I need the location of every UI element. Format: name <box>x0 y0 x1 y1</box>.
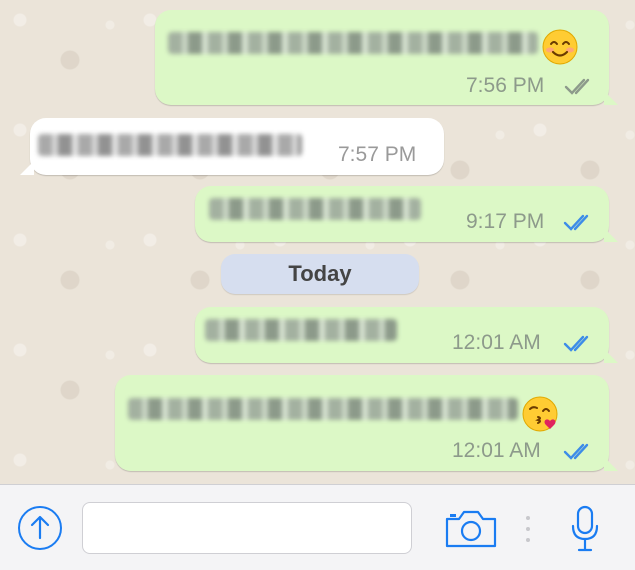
kissing-face-icon <box>522 396 558 432</box>
read-receipt-icon <box>564 78 590 95</box>
message-bubble-outgoing[interactable]: 12:01 AM <box>195 307 618 363</box>
more-options-icon <box>526 516 530 542</box>
redacted-message-text <box>205 319 397 341</box>
message-bubble-outgoing[interactable]: 7:56 PM <box>155 10 618 105</box>
composer-bar <box>0 484 635 570</box>
message-bubble-incoming[interactable]: 7:57 PM <box>20 118 444 175</box>
message-bubble-outgoing[interactable]: 9:17 PM <box>195 186 618 242</box>
read-receipt-icon <box>563 335 589 352</box>
redacted-message-text <box>38 134 302 156</box>
message-input[interactable] <box>82 502 412 554</box>
chat-area[interactable]: 7:56 PM 7:57 PM 9:17 PM Today 12:01 AM 1… <box>0 0 635 484</box>
message-bubble-outgoing[interactable]: 12:01 AM <box>115 375 618 471</box>
read-receipt-icon <box>563 214 589 231</box>
redacted-message-text <box>168 32 538 54</box>
date-separator: Today <box>221 254 419 294</box>
read-receipt-icon <box>563 443 589 460</box>
microphone-icon[interactable] <box>570 504 600 554</box>
message-timestamp: 12:01 AM <box>452 331 541 354</box>
message-timestamp: 7:56 PM <box>466 74 545 97</box>
message-timestamp: 7:57 PM <box>338 143 417 166</box>
redacted-message-text <box>209 198 421 220</box>
message-timestamp: 9:17 PM <box>466 210 545 233</box>
message-timestamp: 12:01 AM <box>452 439 541 462</box>
camera-icon[interactable] <box>444 509 498 549</box>
upload-arrow-icon[interactable] <box>16 504 64 552</box>
smiling-face-icon <box>542 29 578 65</box>
redacted-message-text <box>128 398 518 420</box>
